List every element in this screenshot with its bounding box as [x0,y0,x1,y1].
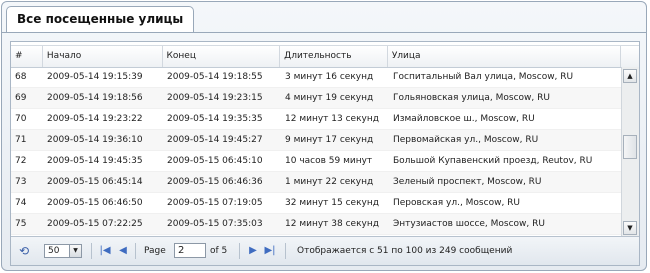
cell-start-time: 2009-05-14 19:36:10 [47,135,143,145]
cell-start-time: 2009-05-15 07:22:25 [47,219,143,229]
paging-toolbar: ⟲ 50 ▼ |◀ ◀ Page 2 of 5 ▶ ▶| Отображаетс… [11,236,639,265]
last-page-icon[interactable]: ▶| [264,237,276,265]
cell-duration: 32 минут 15 секунд [285,198,379,208]
cell-end-time: 2009-05-14 19:45:27 [167,135,263,145]
grid-body: 68 2009-05-14 19:15:39 2009-05-14 19:18:55… [11,67,623,237]
column-header-duration[interactable]: Длительность [280,46,388,67]
page-size-value: 50 [48,246,60,256]
next-page-icon[interactable]: ▶ [247,237,259,265]
cell-duration: 9 минут 17 секунд [285,135,374,145]
cell-street: Гольяновская улица, Moscow, RU [393,93,550,103]
cell-end-time: 2009-05-15 07:19:05 [167,198,263,208]
cell-row-number: 75 [15,219,27,229]
tab-all-visited-streets[interactable]: Все посещенные улицы [6,6,195,32]
cell-end-time: 2009-05-14 19:35:35 [167,114,263,124]
display-status-text: Отображается с 51 по 100 из 249 сообщени… [297,246,513,256]
cell-row-number: 72 [15,156,27,166]
cell-duration: 12 минут 13 секунд [285,114,379,124]
toolbar-separator [285,243,286,259]
cell-street: Зеленый проспект, Moscow, RU [393,177,542,187]
column-header-street[interactable]: Улица [388,46,622,67]
cell-duration: 3 минут 16 секунд [285,72,374,82]
cell-start-time: 2009-05-14 19:18:56 [47,93,143,103]
scroll-up-icon[interactable]: ▲ [623,69,637,83]
page-label: Page [144,246,166,256]
vertical-scrollbar[interactable]: ▲ ▼ [621,67,639,237]
table-row[interactable]: 70 2009-05-14 19:23:22 2009-05-14 19:35:35… [11,109,623,130]
chevron-down-icon[interactable]: ▼ [69,245,81,257]
grid-header: # Начало Конец Длительность Улица [11,45,639,68]
cell-row-number: 71 [15,135,27,145]
table-row[interactable]: 73 2009-05-15 06:45:14 2009-05-15 06:46:36… [11,172,623,193]
column-header-start[interactable]: Начало [43,46,163,67]
cell-end-time: 2009-05-14 19:18:55 [167,72,263,82]
table-row[interactable]: 75 2009-05-15 07:22:25 2009-05-15 07:35:03… [11,214,623,235]
tab-strip: Все посещенные улицы [2,2,646,33]
toolbar-separator [91,243,92,259]
cell-start-time: 2009-05-14 19:15:39 [47,72,143,82]
cell-duration: 4 минут 19 секунд [285,93,374,103]
streets-window: Все посещенные улицы # Начало Конец Длит… [1,1,647,271]
cell-row-number: 73 [15,177,27,187]
cell-duration: 10 часов 59 минут [285,156,373,166]
cell-street: Перовская ул., Moscow, RU [393,198,521,208]
cell-row-number: 74 [15,198,27,208]
cell-duration: 1 минут 22 секунд [285,177,374,187]
column-header-spacer [621,46,639,67]
cell-row-number: 70 [15,114,27,124]
table-row[interactable]: 71 2009-05-14 19:36:10 2009-05-14 19:45:27… [11,130,623,151]
toolbar-separator [135,243,136,259]
prev-page-icon[interactable]: ◀ [117,237,129,265]
page-number-input[interactable]: 2 [174,243,206,258]
cell-start-time: 2009-05-14 19:45:35 [47,156,143,166]
cell-end-time: 2009-05-15 06:46:36 [167,177,263,187]
table-row[interactable]: 74 2009-05-15 06:46:50 2009-05-15 07:19:05… [11,193,623,214]
first-page-icon[interactable]: |◀ [99,237,111,265]
scrollbar-thumb[interactable] [623,135,637,159]
cell-end-time: 2009-05-15 06:45:10 [167,156,263,166]
cell-row-number: 68 [15,72,27,82]
cell-end-time: 2009-05-15 07:35:03 [167,219,263,229]
cell-street: Большой Купавенский проезд, Reutov, RU [393,156,593,166]
grid-panel: # Начало Конец Длительность Улица 68 2009… [10,41,640,266]
table-row[interactable]: 68 2009-05-14 19:15:39 2009-05-14 19:18:55… [11,67,623,88]
cell-street: Измайловское ш., Moscow, RU [393,114,535,124]
cell-street: Первомайская ул., Moscow, RU [393,135,539,145]
cell-start-time: 2009-05-15 06:46:50 [47,198,143,208]
column-header-number[interactable]: # [11,46,43,67]
column-header-end[interactable]: Конец [163,46,281,67]
cell-street: Госпитальный Вал улица, Moscow, RU [393,72,574,82]
cell-start-time: 2009-05-14 19:23:22 [47,114,143,124]
toolbar-separator [239,243,240,259]
cell-street: Энтузиастов шоссе, Moscow, RU [393,219,545,229]
cell-duration: 12 минут 38 секунд [285,219,379,229]
cell-start-time: 2009-05-15 06:45:14 [47,177,143,187]
table-row[interactable]: 72 2009-05-14 19:45:35 2009-05-15 06:45:10… [11,151,623,172]
page-count-label: of 5 [210,246,228,256]
cell-end-time: 2009-05-14 19:23:15 [167,93,263,103]
refresh-icon[interactable]: ⟲ [17,237,31,265]
scroll-down-icon[interactable]: ▼ [623,221,637,235]
cell-row-number: 69 [15,93,27,103]
table-row[interactable]: 69 2009-05-14 19:18:56 2009-05-14 19:23:15… [11,88,623,109]
page-size-select[interactable]: 50 ▼ [44,244,82,258]
